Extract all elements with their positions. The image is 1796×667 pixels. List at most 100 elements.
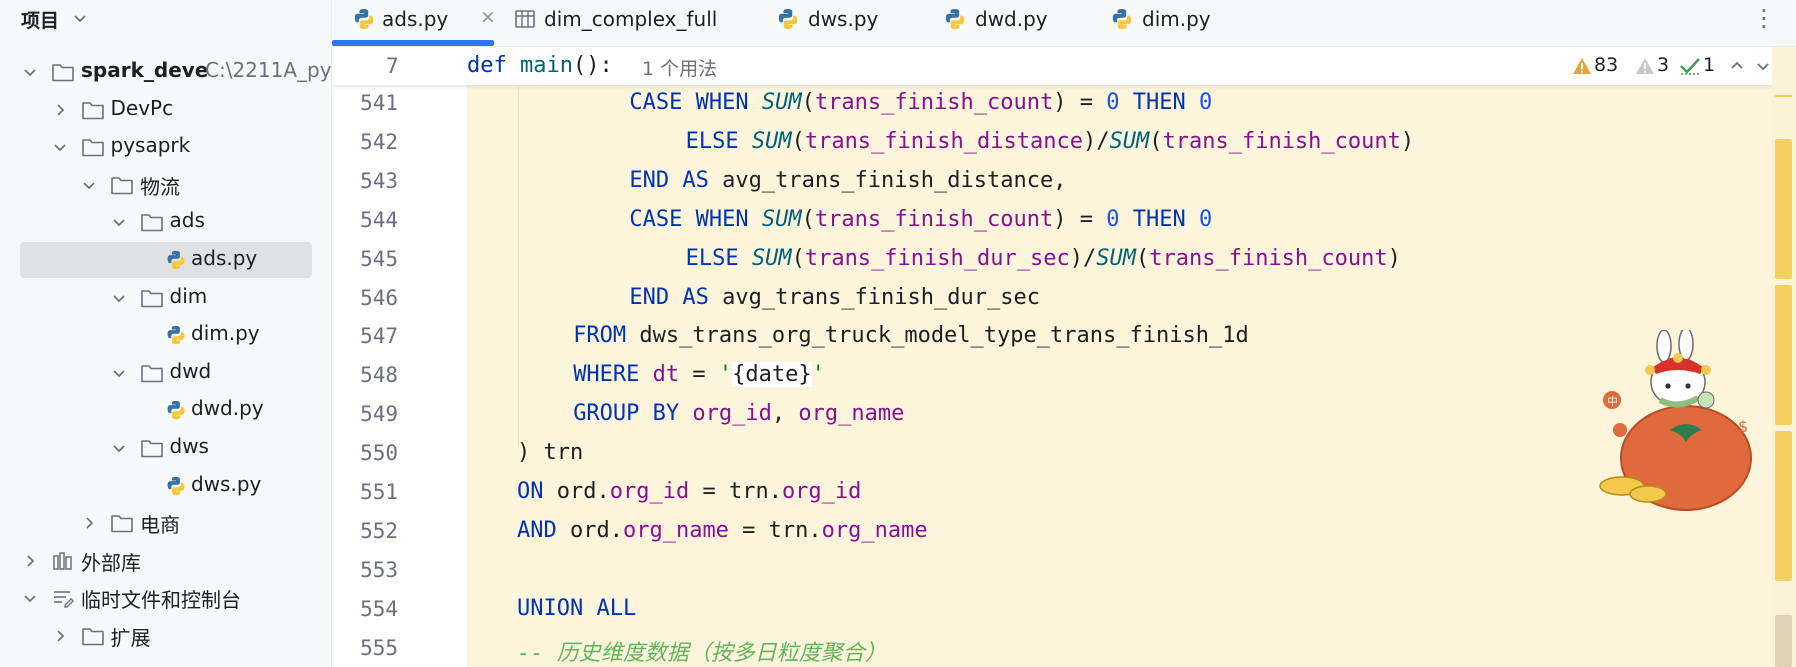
folder-icon	[81, 101, 104, 119]
tree-item-dim[interactable]: dim	[0, 279, 331, 316]
python-icon	[1112, 9, 1132, 29]
chevron-down-icon[interactable]	[110, 364, 128, 382]
code-editor[interactable]: 7 def main(): 1 个用法 83 3 1 541 CASE WHEN…	[332, 47, 1772, 667]
warning-marker[interactable]	[1775, 95, 1792, 97]
def-keyword: def	[467, 53, 507, 78]
line-number: 7	[386, 54, 399, 78]
chevron-down-icon[interactable]	[51, 138, 69, 156]
code-token: avg_trans_finish_distance,	[722, 167, 1067, 193]
python-icon	[167, 250, 185, 270]
tree-item-dim-py[interactable]: dim.py	[0, 316, 331, 353]
tree-item-spark-deve[interactable]: spark_deve C:\2211A_pyC	[0, 53, 331, 90]
folder-icon	[140, 289, 163, 307]
tree-item-dws-py[interactable]: dws.py	[0, 467, 331, 504]
code-text: UNION ALL	[517, 596, 636, 621]
chevron-down-icon[interactable]	[21, 589, 39, 607]
code-token: avg_trans_finish_dur_sec	[722, 284, 1040, 310]
code-line[interactable]: 551 ON ord.org_id = trn.org_id	[332, 474, 1772, 513]
code-line[interactable]: 549 GROUP BY org_id, org_name	[332, 396, 1772, 435]
tab-label: dws.py	[808, 7, 879, 31]
tree-item-pysaprk[interactable]: pysaprk	[0, 128, 331, 165]
code-line[interactable]: 543 END AS avg_trans_finish_distance,	[332, 163, 1772, 202]
tab-ads-py[interactable]: ads.py ×	[332, 0, 512, 46]
warning-marker[interactable]	[1775, 431, 1792, 581]
code-line[interactable]: 548 WHERE dt = '{date}'	[332, 357, 1772, 396]
tree-item-dwd[interactable]: dwd	[0, 354, 331, 391]
usage-hint[interactable]: 1 个用法	[642, 54, 717, 81]
chevron-down-icon[interactable]	[21, 63, 39, 81]
code-token: SUM	[1109, 128, 1150, 154]
code-token: )/	[1082, 128, 1110, 154]
chevron-down-icon[interactable]	[110, 289, 128, 307]
more-options-icon[interactable]: ⋮	[1752, 4, 1776, 32]
code-line[interactable]: 544 CASE WHEN SUM(trans_finish_count) = 0…	[332, 202, 1772, 241]
warning-marker[interactable]	[1775, 285, 1792, 425]
tree-item-devpc[interactable]: DevPc	[0, 91, 331, 128]
chevron-right-icon[interactable]	[51, 101, 69, 119]
code-line[interactable]: 541 CASE WHEN SUM(trans_finish_count) = 0…	[332, 85, 1772, 124]
line-number: 551	[360, 480, 398, 504]
tree-item-电商[interactable]: 电商	[0, 504, 331, 541]
chevron-down-icon[interactable]	[1754, 57, 1772, 75]
tab-dws-py[interactable]: dws.py	[776, 0, 896, 46]
error-stripe-scrollbar[interactable]	[1771, 47, 1796, 667]
code-token: (	[1135, 245, 1150, 271]
code-line[interactable]: 555 -- 历史维度数据（按多日粒度聚合）	[332, 630, 1772, 667]
code-line[interactable]: 547 FROM dws_trans_org_truck_model_type_t…	[332, 318, 1772, 357]
code-token: END AS	[629, 167, 723, 193]
tree-item-dws[interactable]: dws	[0, 429, 331, 466]
tree-item-label: dws	[169, 434, 209, 458]
code-line[interactable]: 553	[332, 552, 1772, 591]
library-icon	[53, 552, 72, 570]
tab-dim-py[interactable]: dim.py	[1110, 0, 1230, 46]
sticky-function-header[interactable]: 7 def main(): 1 个用法 83 3 1	[332, 47, 1772, 85]
chevron-down-icon[interactable]	[110, 213, 128, 231]
chevron-right-icon[interactable]	[80, 514, 98, 532]
chevron-down-icon[interactable]	[80, 176, 98, 194]
function-name: main	[520, 53, 573, 78]
close-icon[interactable]: ×	[480, 6, 496, 28]
tree-item-ads[interactable]: ads	[0, 203, 331, 240]
tree-item-dwd-py[interactable]: dwd.py	[0, 391, 331, 428]
tree-item-ads-py[interactable]: ads.py	[0, 241, 331, 278]
code-token: -- 历史维度数据（按多日粒度聚合）	[517, 640, 887, 666]
code-line[interactable]: 545 ELSE SUM(trans_finish_dur_sec)/SUM(tr…	[332, 241, 1772, 280]
chevron-right-icon[interactable]	[21, 552, 39, 570]
tree-item-label: spark_deve	[81, 58, 209, 82]
code-token: trans_finish_count	[814, 90, 1054, 115]
line-number: 549	[360, 402, 398, 427]
warning-marker[interactable]	[1775, 139, 1792, 279]
code-line[interactable]: 542 ELSE SUM(trans_finish_distance)/SUM(t…	[332, 124, 1772, 163]
chevron-up-icon[interactable]	[1728, 57, 1746, 75]
code-line[interactable]: 546 END AS avg_trans_finish_dur_sec	[332, 280, 1772, 319]
chevron-down-icon[interactable]	[110, 439, 128, 457]
code-token: ) =	[1053, 206, 1107, 232]
chevron-down-icon[interactable]	[70, 8, 90, 28]
tab-dwd-py[interactable]: dwd.py	[943, 0, 1063, 46]
code-token: ELSE	[685, 245, 752, 271]
code-token: WHERE	[573, 362, 653, 388]
code-text: ON ord.org_id = trn.org_id	[517, 479, 861, 504]
tree-item-物流[interactable]: 物流	[0, 166, 331, 203]
tree-item-label: ads.py	[191, 246, 258, 270]
folder-icon	[140, 440, 163, 458]
tab-dim-complex-full[interactable]: dim_complex_full	[514, 0, 724, 46]
code-token: SUM	[751, 128, 792, 154]
code-token: 0	[1198, 90, 1213, 115]
scroll-thumb[interactable]	[1775, 615, 1792, 667]
mascot-decoration: 中 $	[1599, 330, 1752, 511]
chevron-right-icon[interactable]	[51, 627, 69, 645]
tree-item-外部库[interactable]: 外部库	[0, 542, 331, 579]
code-text: CASE WHEN SUM(trans_finish_count) = 0 TH…	[629, 207, 1212, 232]
tree-item-扩展[interactable]: 扩展	[0, 617, 331, 654]
line-number: 541	[360, 91, 398, 115]
code-line[interactable]: 554 UNION ALL	[332, 591, 1772, 630]
tree-item-临时文件和控制台[interactable]: 临时文件和控制台	[0, 579, 331, 616]
code-line[interactable]: 550) trn	[332, 435, 1772, 474]
code-token: ELSE	[685, 128, 752, 154]
code-token: (	[1149, 128, 1163, 154]
line-number: 546	[360, 285, 398, 310]
project-panel-header[interactable]: 项目	[0, 0, 331, 36]
check-icon	[1680, 58, 1700, 75]
code-line[interactable]: 552 AND ord.org_name = trn.org_name	[332, 513, 1772, 552]
